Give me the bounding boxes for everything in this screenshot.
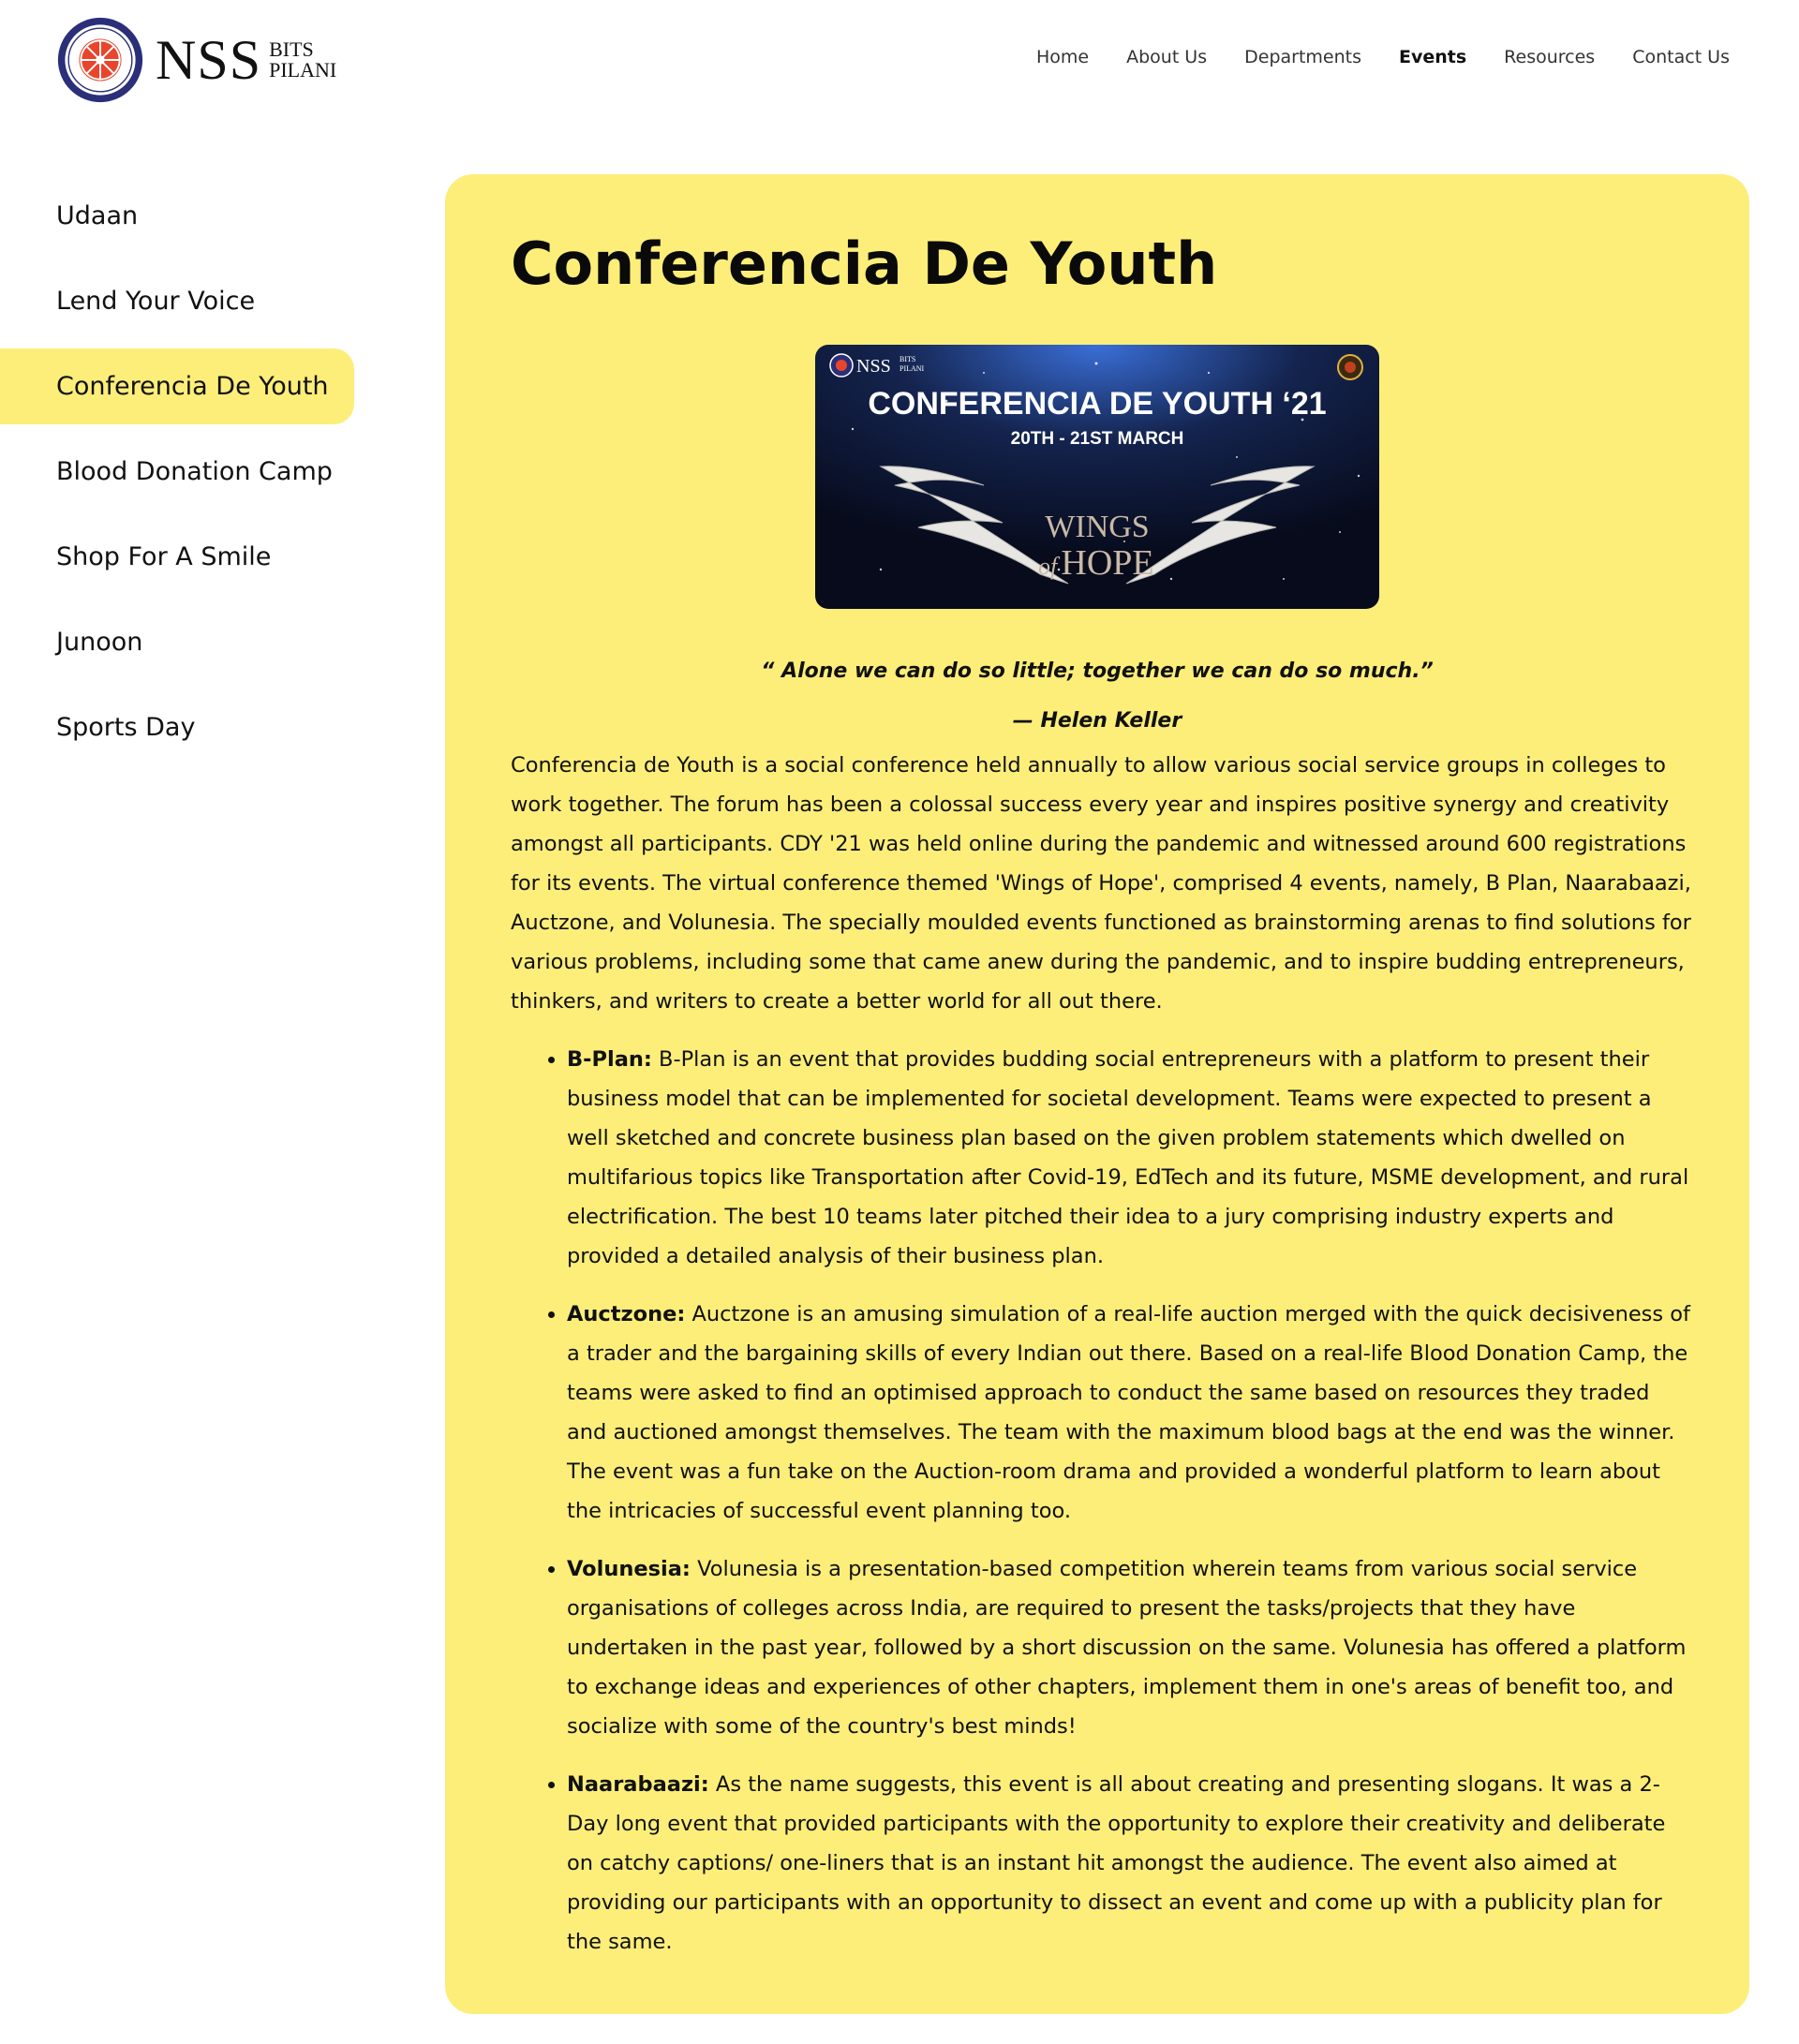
sidebar-item-conferencia-de-youth[interactable]: Conferencia De Youth: [0, 348, 354, 424]
banner-logo-sub1: BITS: [900, 355, 915, 363]
nav-about-us[interactable]: About Us: [1126, 47, 1207, 67]
event-name: B-Plan:: [567, 1047, 652, 1072]
sidebar-item-udaan[interactable]: Udaan: [0, 178, 354, 254]
quote-text: “ Alone we can do so little; together we…: [761, 659, 1434, 683]
quote-author: — Helen Keller: [1012, 709, 1182, 733]
nav-contact-us[interactable]: Contact Us: [1632, 47, 1730, 67]
event-name: Auctzone:: [567, 1302, 686, 1326]
event-text: Auctzone is an amusing simulation of a r…: [567, 1302, 1690, 1523]
event-list: B-Plan: B-Plan is an event that provides…: [511, 1040, 1693, 1980]
main-nav: Home About Us Departments Events Resourc…: [1036, 47, 1730, 67]
nav-resources[interactable]: Resources: [1504, 47, 1595, 67]
list-item-b-plan: B-Plan: B-Plan is an event that provides…: [567, 1040, 1693, 1276]
sidebar-item-blood-donation-camp[interactable]: Blood Donation Camp: [0, 434, 354, 510]
events-sidebar: Udaan Lend Your Voice Conferencia De You…: [0, 178, 354, 775]
event-text: As the name suggests, this event is all …: [567, 1772, 1666, 1954]
logo-name: NSS: [156, 29, 262, 91]
sidebar-item-sports-day[interactable]: Sports Day: [0, 689, 354, 765]
sidebar-item-junoon[interactable]: Junoon: [0, 604, 354, 680]
page-title: Conferencia De Youth: [511, 230, 1218, 298]
nss-logo[interactable]: NSS BITS PILANI: [56, 15, 336, 105]
nav-departments[interactable]: Departments: [1244, 47, 1361, 67]
logo-sub-line2: PILANI: [269, 58, 337, 81]
banner-logo-sub2: PILANI: [900, 364, 925, 373]
event-text: B-Plan is an event that provides budding…: [567, 1047, 1689, 1268]
list-item-auctzone: Auctzone: Auctzone is an amusing simulat…: [567, 1295, 1693, 1531]
sidebar-item-lend-your-voice[interactable]: Lend Your Voice: [0, 263, 354, 339]
banner-heading: CONFERENCIA DE YOUTH ‘21: [868, 386, 1326, 422]
site-header: NSS BITS PILANI Home About Us Department…: [0, 0, 1799, 122]
event-banner-image: NSS BITS PILANI CONFERENCIA DE YOUTH ‘21…: [815, 345, 1379, 609]
nav-home[interactable]: Home: [1036, 47, 1089, 67]
event-name: Naarabaazi:: [567, 1772, 709, 1797]
list-item-volunesia: Volunesia: Volunesia is a presentation-b…: [567, 1549, 1693, 1746]
list-item-naarabaazi: Naarabaazi: As the name suggests, this e…: [567, 1765, 1693, 1962]
nss-emblem-icon: [57, 17, 143, 103]
banner-theme-line1: WINGS: [1045, 510, 1149, 544]
event-content-card: Conferencia De Youth NSS BITS PILANI CON…: [445, 174, 1749, 2014]
nav-events[interactable]: Events: [1399, 47, 1466, 67]
logo-subtitle: BITS PILANI: [269, 39, 336, 81]
banner-theme-line2: HOPE: [1061, 543, 1153, 583]
event-name: Volunesia:: [567, 1557, 691, 1581]
quote-block: “ Alone we can do so little; together we…: [511, 646, 1684, 746]
event-description: Conferencia de Youth is a social confere…: [511, 753, 1691, 1014]
banner-logo-text: NSS: [856, 356, 891, 377]
banner-dates: 20TH - 21ST MARCH: [1011, 429, 1184, 449]
sidebar-item-shop-for-a-smile[interactable]: Shop For A Smile: [0, 519, 354, 595]
logo-sub-line1: BITS: [269, 37, 314, 61]
event-text: Volunesia is a presentation-based compet…: [567, 1557, 1687, 1739]
